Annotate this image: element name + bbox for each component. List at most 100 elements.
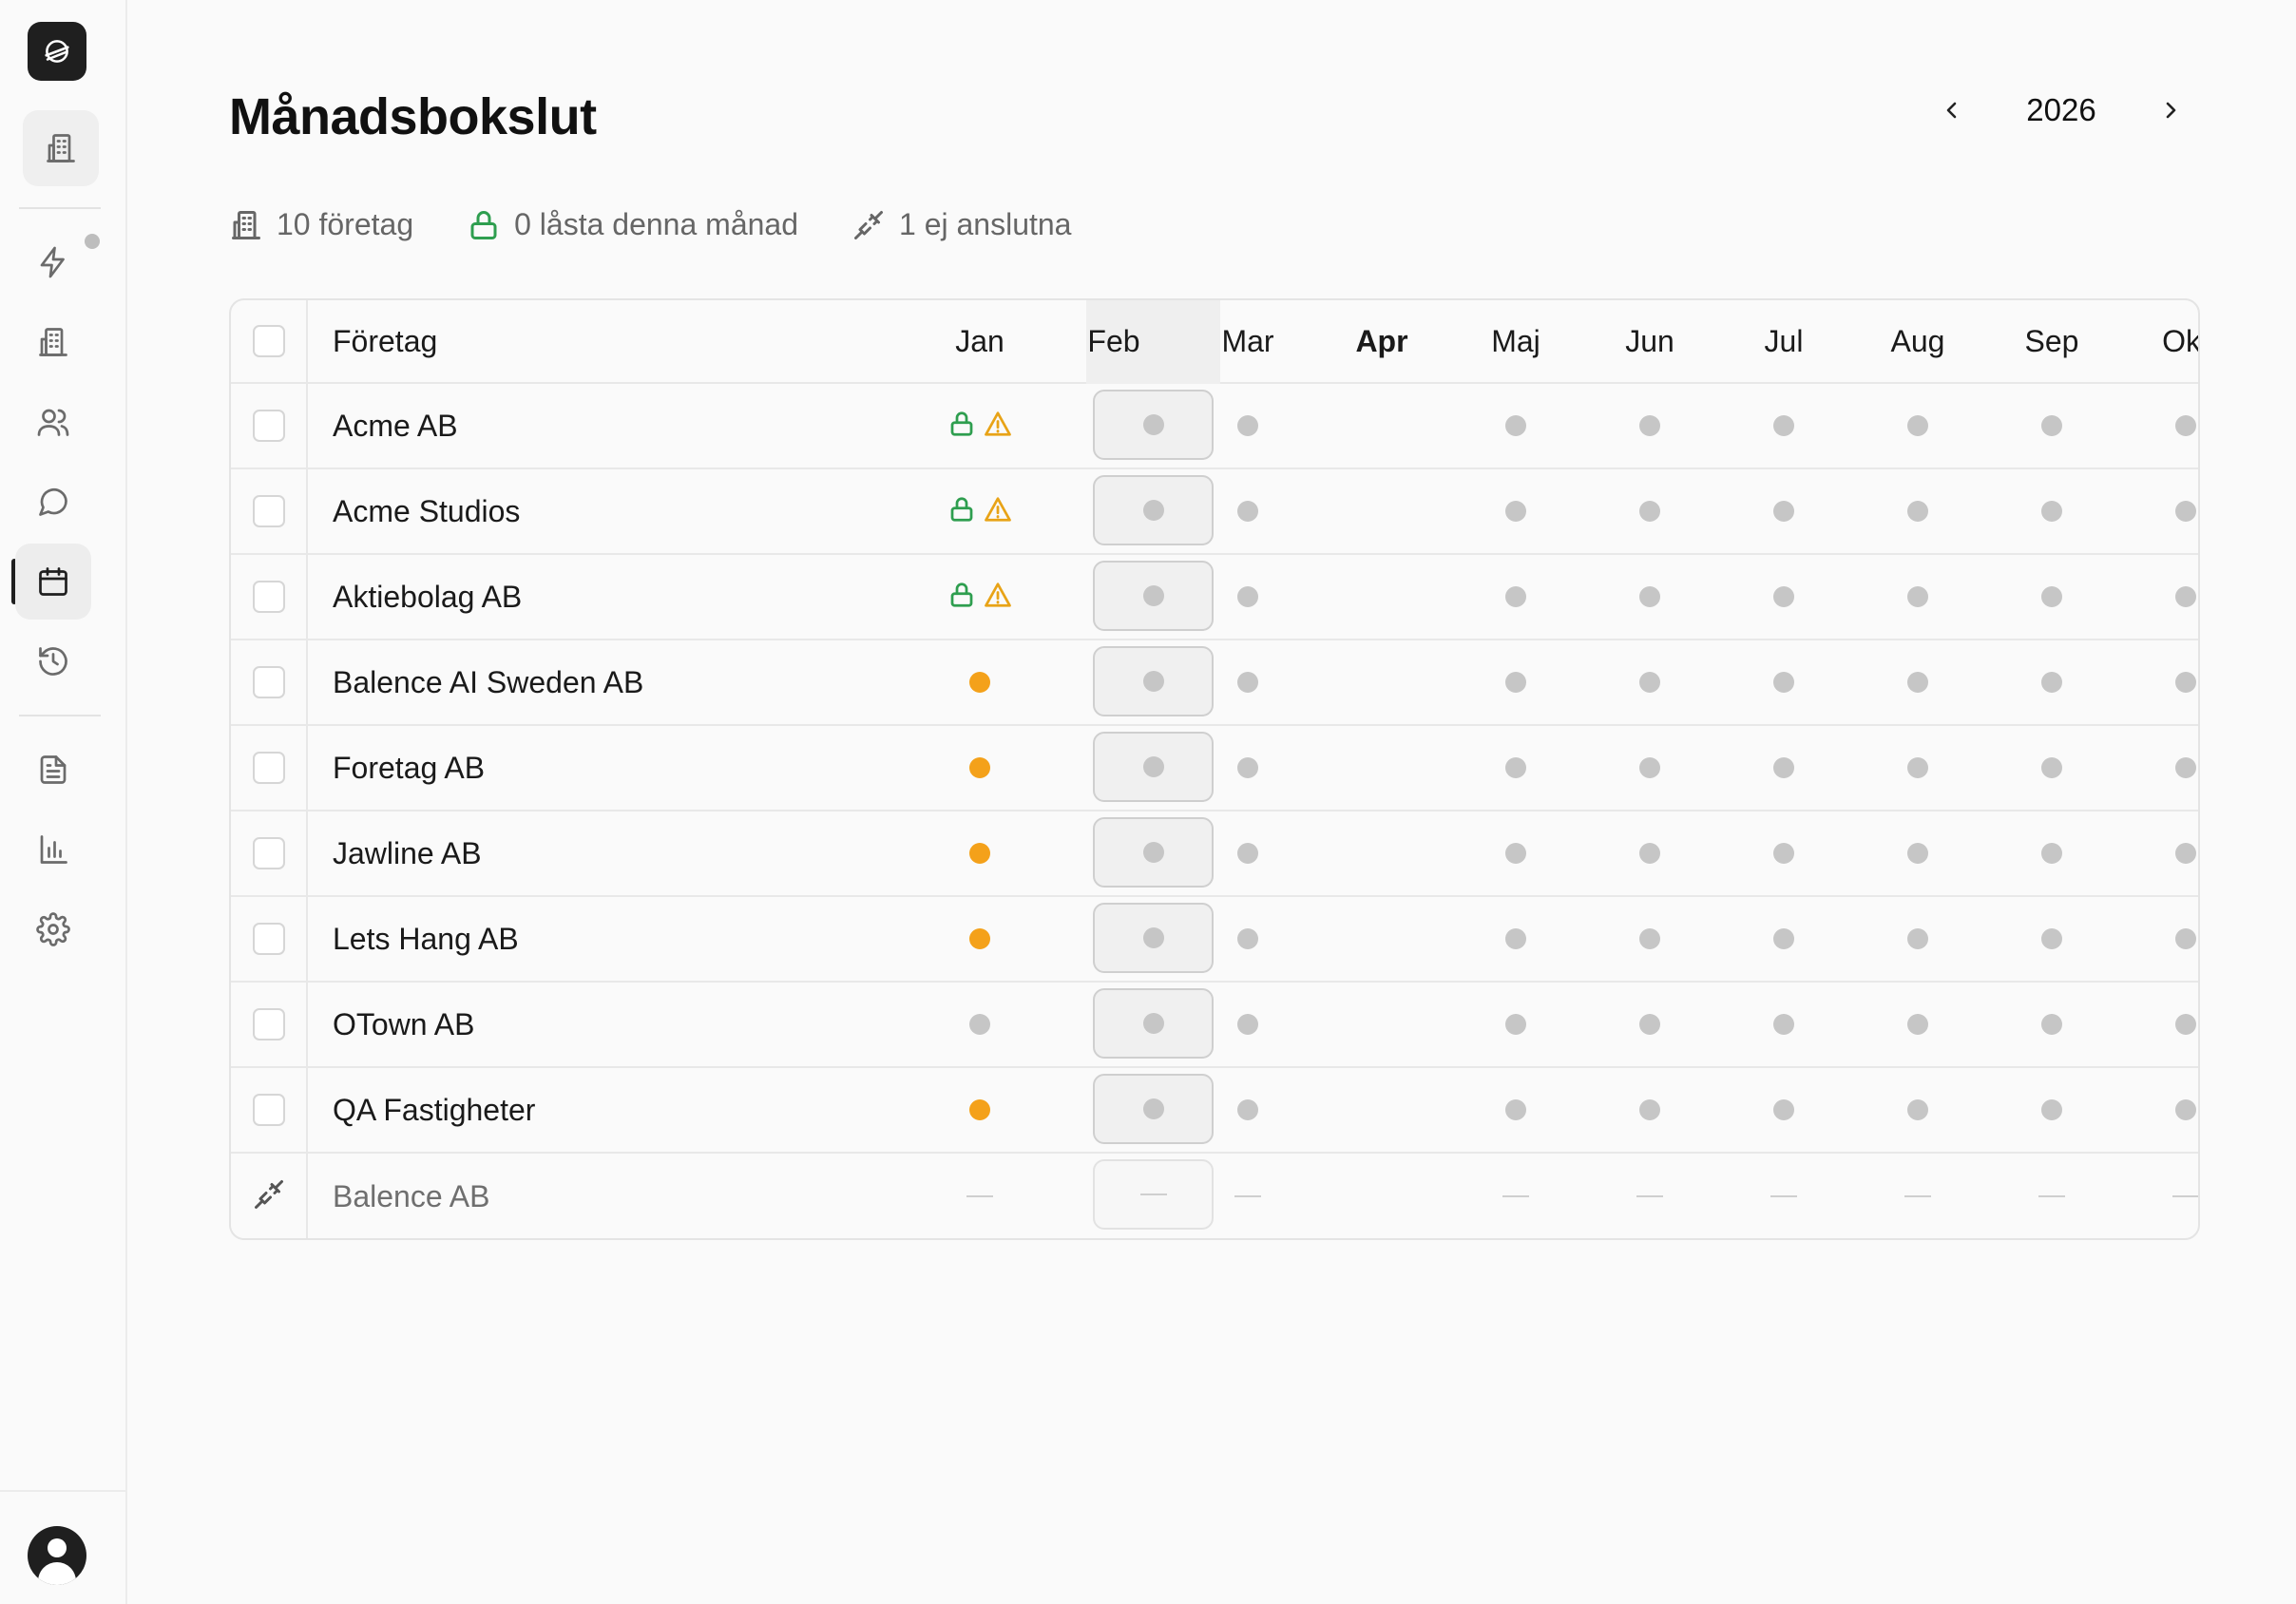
month-cell-jun[interactable] — [1583, 640, 1716, 724]
avatar[interactable] — [28, 1526, 86, 1585]
month-cell-jul[interactable] — [1717, 1154, 1850, 1238]
month-cell-jun[interactable] — [1583, 983, 1716, 1066]
column-header-feb[interactable]: Feb — [1047, 300, 1180, 382]
sidebar-item-documents[interactable] — [15, 732, 91, 808]
month-cell-jul[interactable] — [1717, 812, 1850, 895]
company-name[interactable]: Jawline AB — [333, 812, 482, 895]
month-cell-okt[interactable] — [2119, 384, 2198, 468]
row-checkbox[interactable] — [252, 1008, 285, 1041]
month-cell-maj[interactable] — [1449, 983, 1582, 1066]
company-name[interactable]: Lets Hang AB — [333, 897, 519, 981]
month-cell-okt[interactable] — [2119, 897, 2198, 981]
month-cell-maj[interactable] — [1449, 1154, 1582, 1238]
month-cell-sep[interactable] — [1985, 384, 2118, 468]
sidebar-item-monthly-close[interactable] — [15, 544, 91, 620]
company-name[interactable]: Acme Studios — [333, 469, 520, 553]
select-all-checkbox[interactable] — [252, 325, 285, 357]
month-cell-aug[interactable] — [1851, 1068, 1984, 1152]
month-cell-sep[interactable] — [1985, 983, 2118, 1066]
month-cell-okt[interactable] — [2119, 983, 2198, 1066]
month-cell-jun[interactable] — [1583, 1068, 1716, 1152]
month-cell-maj[interactable] — [1449, 555, 1582, 639]
row-checkbox[interactable] — [252, 666, 285, 698]
month-cell-jan[interactable] — [913, 726, 1046, 810]
month-cell-jul[interactable] — [1717, 897, 1850, 981]
month-cell-jun[interactable] — [1583, 469, 1716, 553]
current-month-cell[interactable] — [1093, 475, 1214, 545]
month-cell-aug[interactable] — [1851, 640, 1984, 724]
row-checkbox[interactable] — [252, 495, 285, 527]
sidebar-item-companies-top[interactable] — [23, 110, 99, 186]
column-header-apr[interactable]: Apr — [1315, 300, 1448, 382]
month-cell-aug[interactable] — [1851, 983, 1984, 1066]
company-name[interactable]: OTown AB — [333, 983, 474, 1066]
month-cell-maj[interactable] — [1449, 1068, 1582, 1152]
month-cell-jan[interactable] — [913, 469, 1046, 553]
sidebar-item-settings[interactable] — [15, 891, 91, 967]
current-month-cell[interactable] — [1093, 903, 1214, 973]
month-cell-jan[interactable] — [913, 555, 1046, 639]
month-cell-maj[interactable] — [1449, 640, 1582, 724]
month-cell-sep[interactable] — [1985, 640, 2118, 724]
column-header-sep[interactable]: Sep — [1985, 300, 2118, 382]
month-cell-aug[interactable] — [1851, 897, 1984, 981]
month-cell-jan[interactable] — [913, 640, 1046, 724]
current-month-cell[interactable] — [1093, 817, 1214, 888]
month-cell-jul[interactable] — [1717, 640, 1850, 724]
month-cell-aug[interactable] — [1851, 469, 1984, 553]
current-month-cell[interactable] — [1093, 988, 1214, 1059]
month-cell-jul[interactable] — [1717, 1068, 1850, 1152]
row-checkbox[interactable] — [252, 581, 285, 613]
month-cell-sep[interactable] — [1985, 897, 2118, 981]
month-cell-jan[interactable] — [913, 1068, 1046, 1152]
month-cell-aug[interactable] — [1851, 812, 1984, 895]
month-cell-jan[interactable] — [913, 897, 1046, 981]
column-header-jun[interactable]: Jun — [1583, 300, 1716, 382]
current-month-cell[interactable] — [1093, 1159, 1214, 1230]
month-cell-jul[interactable] — [1717, 983, 1850, 1066]
company-name[interactable]: Aktiebolag AB — [333, 555, 522, 639]
month-cell-jul[interactable] — [1717, 555, 1850, 639]
month-cell-jul[interactable] — [1717, 384, 1850, 468]
month-cell-jun[interactable] — [1583, 384, 1716, 468]
month-cell-maj[interactable] — [1449, 897, 1582, 981]
month-cell-jan[interactable] — [913, 812, 1046, 895]
month-cell-okt[interactable] — [2119, 726, 2198, 810]
month-cell-sep[interactable] — [1985, 1068, 2118, 1152]
sidebar-item-reports[interactable] — [15, 812, 91, 888]
month-cell-sep[interactable] — [1985, 812, 2118, 895]
month-cell-okt[interactable] — [2119, 1154, 2198, 1238]
app-logo[interactable] — [28, 22, 86, 81]
company-name[interactable]: QA Fastigheter — [333, 1068, 535, 1152]
month-cell-jan[interactable] — [913, 1154, 1046, 1238]
row-checkbox[interactable] — [252, 923, 285, 955]
month-cell-aug[interactable] — [1851, 384, 1984, 468]
row-checkbox[interactable] — [252, 1094, 285, 1126]
row-checkbox[interactable] — [252, 837, 285, 869]
month-cell-maj[interactable] — [1449, 469, 1582, 553]
company-name[interactable]: Balence AB — [333, 1154, 489, 1238]
month-cell-sep[interactable] — [1985, 726, 2118, 810]
month-cell-jun[interactable] — [1583, 555, 1716, 639]
month-cell-sep[interactable] — [1985, 1154, 2118, 1238]
month-cell-jul[interactable] — [1717, 726, 1850, 810]
month-cell-maj[interactable] — [1449, 384, 1582, 468]
company-name[interactable]: Acme AB — [333, 384, 458, 468]
current-month-cell[interactable] — [1093, 1074, 1214, 1144]
month-cell-jul[interactable] — [1717, 469, 1850, 553]
month-cell-jan[interactable] — [913, 983, 1046, 1066]
sidebar-item-history[interactable] — [15, 623, 91, 699]
month-cell-jun[interactable] — [1583, 897, 1716, 981]
column-header-maj[interactable]: Maj — [1449, 300, 1582, 382]
month-cell-sep[interactable] — [1985, 555, 2118, 639]
column-header-okt[interactable]: Okt — [2119, 300, 2198, 382]
current-month-cell[interactable] — [1093, 732, 1214, 802]
month-cell-jan[interactable] — [913, 384, 1046, 468]
sidebar-item-users[interactable] — [15, 384, 91, 460]
current-month-cell[interactable] — [1093, 390, 1214, 460]
month-cell-jun[interactable] — [1583, 812, 1716, 895]
month-cell-jun[interactable] — [1583, 1154, 1716, 1238]
column-header-jan[interactable]: Jan — [913, 300, 1046, 382]
month-cell-jun[interactable] — [1583, 726, 1716, 810]
sidebar-item-activity[interactable] — [15, 224, 91, 300]
